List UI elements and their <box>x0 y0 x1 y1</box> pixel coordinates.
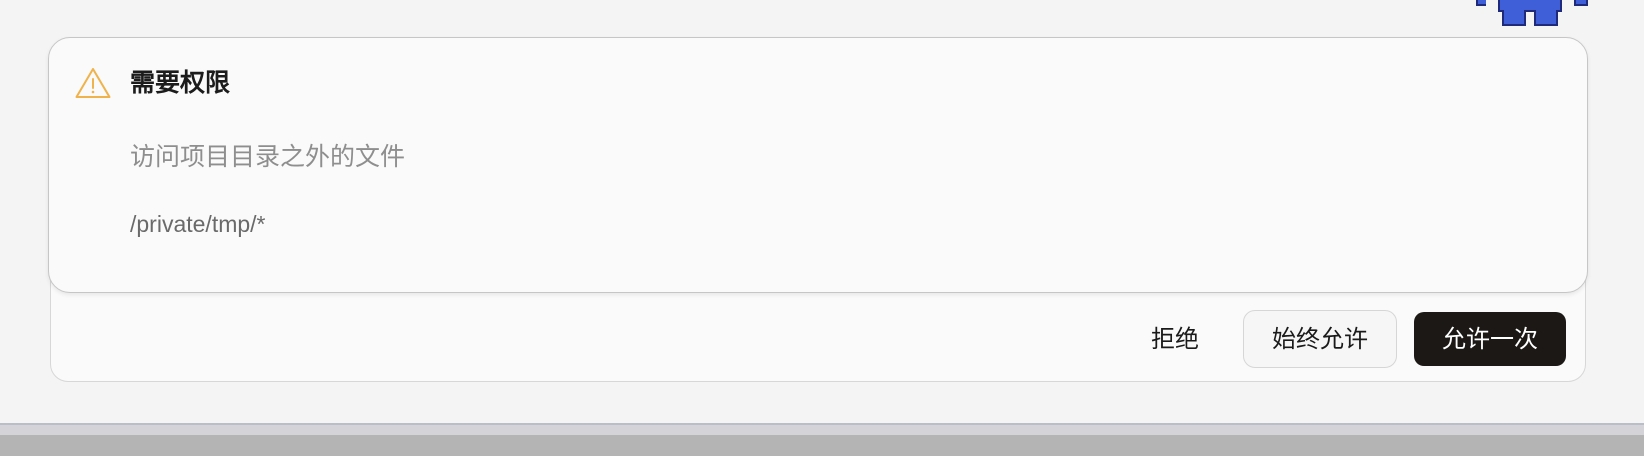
requested-path: /private/tmp/* <box>130 211 266 237</box>
pixel-mascot-icon <box>1476 0 1588 26</box>
allow-once-button[interactable]: 允许一次 <box>1414 312 1566 366</box>
window-bottom-divider <box>0 423 1644 435</box>
always-allow-button[interactable]: 始终允许 <box>1243 310 1397 368</box>
warning-icon <box>75 68 111 98</box>
window-bottom-bar <box>0 435 1644 456</box>
permission-description: 访问项目目录之外的文件 <box>130 142 406 171</box>
deny-button[interactable]: 拒绝 <box>1134 312 1216 366</box>
dialog-title: 需要权限 <box>130 68 231 97</box>
